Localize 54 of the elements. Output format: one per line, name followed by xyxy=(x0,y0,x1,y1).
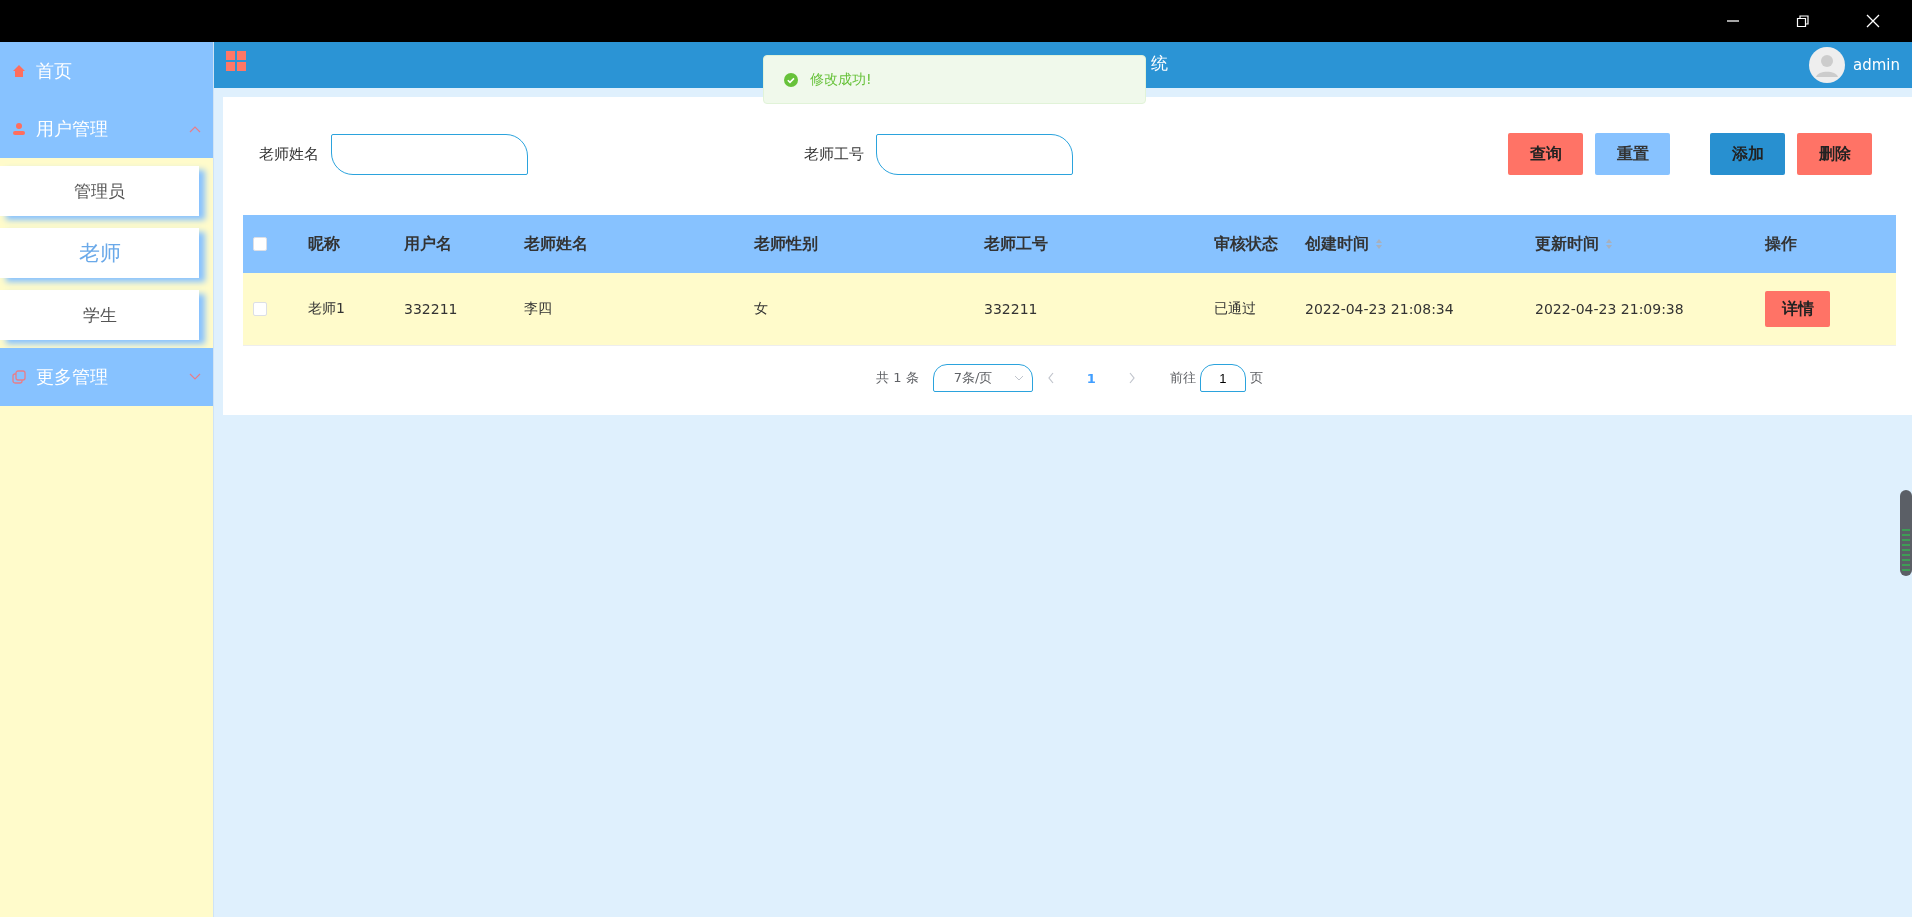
table-cell: 2022-04-23 21:09:38 xyxy=(1535,301,1684,317)
action-button[interactable]: 添加 xyxy=(1710,133,1785,175)
home-icon xyxy=(12,64,26,78)
submenu-item[interactable]: 学生 xyxy=(0,290,199,340)
column-header: 昵称 xyxy=(308,233,340,255)
action-button[interactable]: 删除 xyxy=(1797,133,1872,175)
goto-label: 前往 xyxy=(1169,369,1196,387)
user-name[interactable]: admin xyxy=(1853,56,1900,74)
column-header: 创建时间 xyxy=(1305,233,1369,255)
column-header: 审核状态 xyxy=(1214,233,1278,255)
table-cell: 已通过 xyxy=(1214,300,1256,318)
check-icon xyxy=(784,72,798,87)
chevron-down-icon[interactable] xyxy=(189,373,201,381)
checkbox[interactable] xyxy=(253,302,267,316)
action-button[interactable]: 查询 xyxy=(1508,133,1583,175)
page-input[interactable]: 1 xyxy=(1199,364,1246,392)
page-suffix: 页 xyxy=(1249,369,1263,387)
column-header: 老师姓名 xyxy=(524,233,588,255)
table-cell: 老师1 xyxy=(308,300,345,318)
toast-message: 修改成功! xyxy=(810,70,872,89)
next-page-icon[interactable] xyxy=(1127,372,1136,384)
total-count: 共 1 条 xyxy=(876,369,919,387)
table-cell: 332211 xyxy=(984,301,1038,317)
avatar-icon[interactable] xyxy=(1809,47,1845,83)
table-cell: 2022-04-23 21:08:34 xyxy=(1305,301,1454,317)
chevron-up-icon[interactable] xyxy=(189,125,201,133)
action-button[interactable]: 重置 xyxy=(1595,133,1670,175)
field-label: 老师姓名 xyxy=(259,144,319,164)
checkbox[interactable] xyxy=(253,237,267,251)
chevron-down-icon xyxy=(1013,375,1024,381)
column-header: 老师性别 xyxy=(754,233,818,255)
copy-icon xyxy=(12,370,26,384)
sort-icon[interactable] xyxy=(1605,238,1613,250)
column-header: 更新时间 xyxy=(1535,233,1599,255)
user-icon xyxy=(12,122,26,136)
close-icon[interactable] xyxy=(1866,14,1880,28)
sort-icon[interactable] xyxy=(1375,238,1383,250)
column-header: 老师工号 xyxy=(984,233,1048,255)
column-header: 操作 xyxy=(1765,233,1797,255)
grid-icon[interactable] xyxy=(226,51,246,71)
page-size-select[interactable]: 7条/页 xyxy=(932,364,1033,392)
table-cell: 332211 xyxy=(404,301,458,317)
app-title: 统 xyxy=(1151,52,1168,75)
field-label: 老师工号 xyxy=(804,144,864,164)
table-cell: 李四 xyxy=(524,300,552,318)
input-field[interactable] xyxy=(331,133,528,175)
prev-page-icon[interactable] xyxy=(1046,372,1055,384)
table-cell: 女 xyxy=(754,300,768,318)
input-field[interactable] xyxy=(876,133,1073,175)
submenu-item[interactable]: 管理员 xyxy=(0,166,199,216)
column-header: 用户名 xyxy=(404,233,452,255)
details-button[interactable]: 详情 xyxy=(1765,291,1830,327)
restore-icon[interactable] xyxy=(1796,14,1810,28)
level-widget-icon xyxy=(1900,490,1912,576)
